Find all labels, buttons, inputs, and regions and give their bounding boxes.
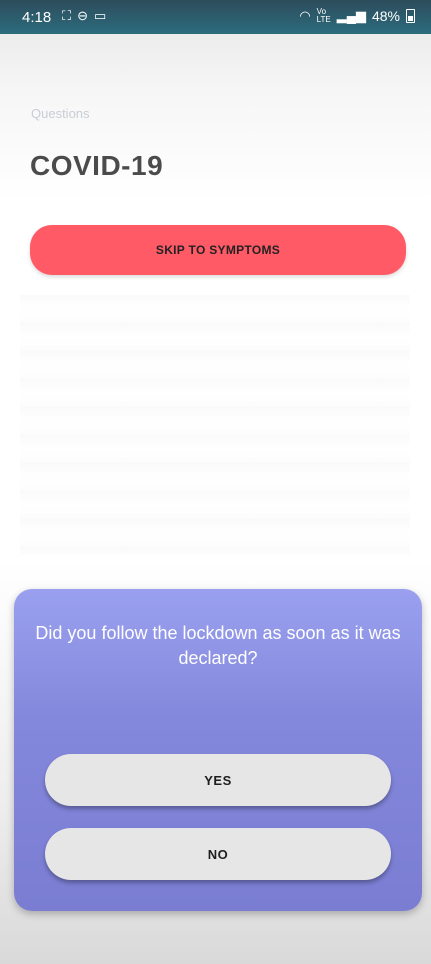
status-icons-left: ⛶ ⊖ ▭ — [62, 8, 106, 24]
status-icons-right: ◠ Vo LTE ▂▄▆ 48% — [299, 8, 415, 24]
yes-button[interactable]: YES — [45, 754, 391, 806]
page-title: COVID-19 — [30, 150, 164, 181]
dnd-icon: ⊖ — [77, 8, 89, 23]
status-time: 4:18 — [22, 9, 52, 26]
wifi-icon: ◠ — [299, 8, 311, 23]
status-bar: 4:18 ⛶ ⊖ ▭ ◠ Vo LTE ▂▄▆ 48% — [0, 0, 431, 34]
signal-icon: ▂▄▆ — [336, 8, 366, 23]
section-label: Questions — [31, 106, 90, 121]
screenshot-icon: ⛶ — [62, 8, 72, 23]
faded-background-content — [20, 295, 410, 555]
laptop-icon: ▭ — [94, 8, 107, 23]
skip-to-symptoms-button[interactable]: SKIP TO SYMPTOMS — [30, 225, 406, 275]
battery-icon — [406, 9, 415, 23]
no-button[interactable]: NO — [45, 828, 391, 880]
question-card: Did you follow the lockdown as soon as i… — [14, 589, 422, 911]
battery-percent: 48% — [371, 8, 400, 24]
question-text: Did you follow the lockdown as soon as i… — [35, 623, 401, 668]
volte-icon: Vo LTE — [316, 7, 331, 24]
